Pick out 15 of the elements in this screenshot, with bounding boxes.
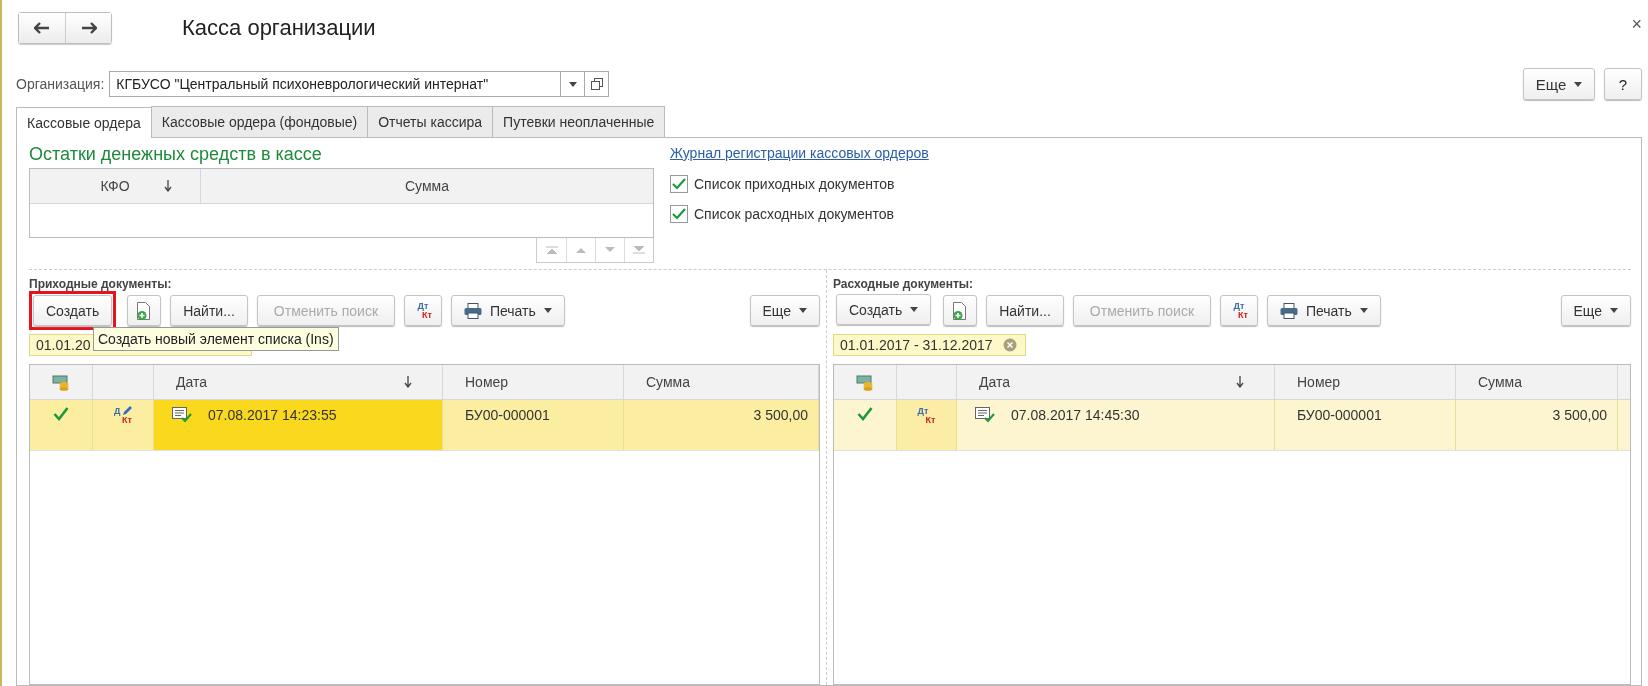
checkbox-label: Список расходных документов	[694, 206, 894, 222]
window-title: Касса организации	[182, 15, 376, 41]
organization-label: Организация:	[16, 76, 105, 92]
entries-icon: Дт Кт	[917, 407, 936, 425]
list-title: Расходные документы:	[833, 277, 975, 293]
checkbox-label: Список приходных документов	[694, 176, 895, 192]
tooltip: Создать новый элемент списка (Ins)	[93, 327, 339, 351]
list-title: Приходные документы:	[29, 277, 173, 293]
table-cell: 07.08.2017 14:45:30	[1011, 407, 1140, 423]
table-cell: 07.08.2017 14:23:55	[208, 407, 337, 423]
table-cell: БУ00-000001	[465, 407, 550, 423]
table-cell: БУ00-000001	[1297, 407, 1382, 423]
table-cell: 3 500,00	[1552, 407, 1607, 423]
section-title: Остатки денежных средств в кассе	[29, 144, 323, 166]
table-cell: 3 500,00	[753, 407, 808, 423]
